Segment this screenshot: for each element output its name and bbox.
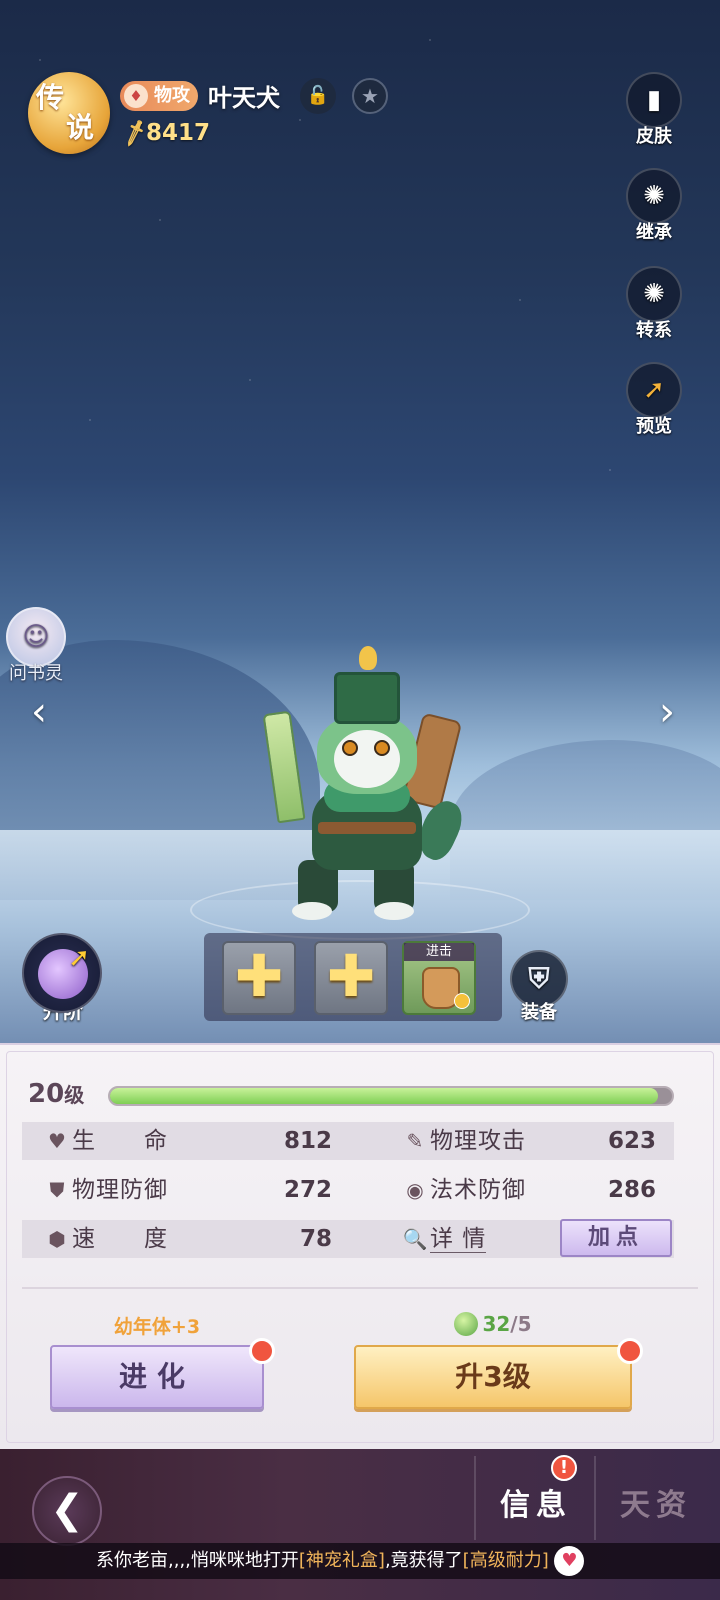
heart-icon: ♥ [48,1129,66,1153]
evolve-button[interactable]: 进化 [50,1345,264,1409]
sword-power-icon: 🗡 [118,117,151,149]
upgrade-rank-button[interactable]: ➚ 升阶 [22,933,104,1024]
swirl-transfer-icon: ✺ [626,266,682,322]
stat-row-1: ♥ 生 命 812 ✎ 物理攻击 623 [22,1122,674,1160]
jade-sword [262,710,306,824]
boot-icon: ⬢ [48,1227,66,1251]
evolve-notification-dot [249,1338,275,1364]
evolution-preview-icon: ➚ [626,362,682,418]
pet-character-model[interactable] [262,640,472,930]
next-pet-arrow-icon[interactable]: › [652,690,682,734]
pet-hat [334,672,400,724]
stat-speed: ⬢ 速 度 78 [42,1220,332,1258]
skill-slot-bar: ✚ ✚ 进击 [204,933,502,1021]
stat-physical-defense: ⛊ 物理防御 272 [42,1171,333,1209]
equipment-button[interactable]: ⛨ 装备 [510,950,568,1024]
legend-rank-badge: 传 说 [28,72,110,154]
swirl-inherit-icon: ✺ [626,168,682,224]
book-spirit-avatar-icon: ☺ [6,607,66,667]
equipped-amulet-slot[interactable]: 进击 [402,941,476,1015]
skin-button[interactable]: ▮ 皮肤 [626,72,682,148]
exp-fruit-icon [454,1312,479,1336]
stat-physical-attack: ✎ 物理攻击 623 [400,1122,656,1160]
pet-name: 叶天犬 [208,84,280,112]
empty-slot-1-plus-icon[interactable]: ✚ [222,941,296,1015]
tab-talent[interactable]: 天资 [598,1476,714,1536]
physical-attack-icon: ✎ [406,1129,424,1153]
stat-magic-defense: ◉ 法术防御 286 [400,1171,656,1209]
book-spirit-helper-button[interactable]: ☺ 问书灵 [2,607,70,685]
back-arrow-icon[interactable]: ❮ [32,1476,102,1546]
evolve-bonus-note: 幼年体+3 [113,1316,201,1338]
inherit-button[interactable]: ✺ 继承 [626,168,682,244]
levelup-button[interactable]: 升3级 [354,1345,632,1409]
up-arrow-icon: ➚ [68,943,90,973]
upgrade-badge-icon [454,993,470,1009]
broadcast-ticker: 系你老亩,,,,悄咪咪地打开[神宠礼盒],竟获得了[高级耐力] ♥ [0,1543,720,1579]
stat-hp: ♥ 生 命 812 [42,1122,332,1160]
combat-power: 🗡8417 [118,117,211,149]
pet-level: 20级 [28,1079,85,1109]
lock-icon[interactable]: 🔓 [300,78,336,114]
heart-eyes-emoji-icon: ♥ [554,1546,585,1576]
magic-shield-icon: ◉ [406,1178,424,1202]
tab-info[interactable]: 信息 [478,1476,594,1536]
empty-slot-2-plus-icon[interactable]: ✚ [314,941,388,1015]
magnifier-icon: 🔍 [402,1227,428,1251]
chick-on-hat [359,646,377,670]
stat-row-2: ⛊ 物理防御 272 ◉ 法术防御 286 [22,1171,674,1209]
skin-card-icon: ▮ [626,72,682,128]
previous-pet-arrow-icon[interactable]: ‹ [24,690,54,734]
stat-details-link[interactable]: 🔍 详 情 [400,1220,570,1258]
levelup-notification-dot [617,1338,643,1364]
add-points-button[interactable]: 加点 [560,1219,672,1257]
experience-bar-fill [110,1088,658,1104]
experience-bar [108,1086,674,1106]
battle-scene-background [0,0,720,1063]
physical-attack-type-icon: ♦ [124,84,148,108]
transfer-button[interactable]: ✺ 转系 [626,266,682,342]
tab-info-alert-icon: ! [551,1455,577,1481]
favorite-star-icon[interactable]: ★ [352,78,388,114]
shield-icon: ⛊ [49,1178,65,1202]
levelup-cost: 32/5 [354,1312,632,1336]
panel-divider [22,1287,698,1289]
attack-type-pill: ♦ 物攻 [120,81,198,111]
preview-button[interactable]: ➚ 预览 [626,362,682,438]
